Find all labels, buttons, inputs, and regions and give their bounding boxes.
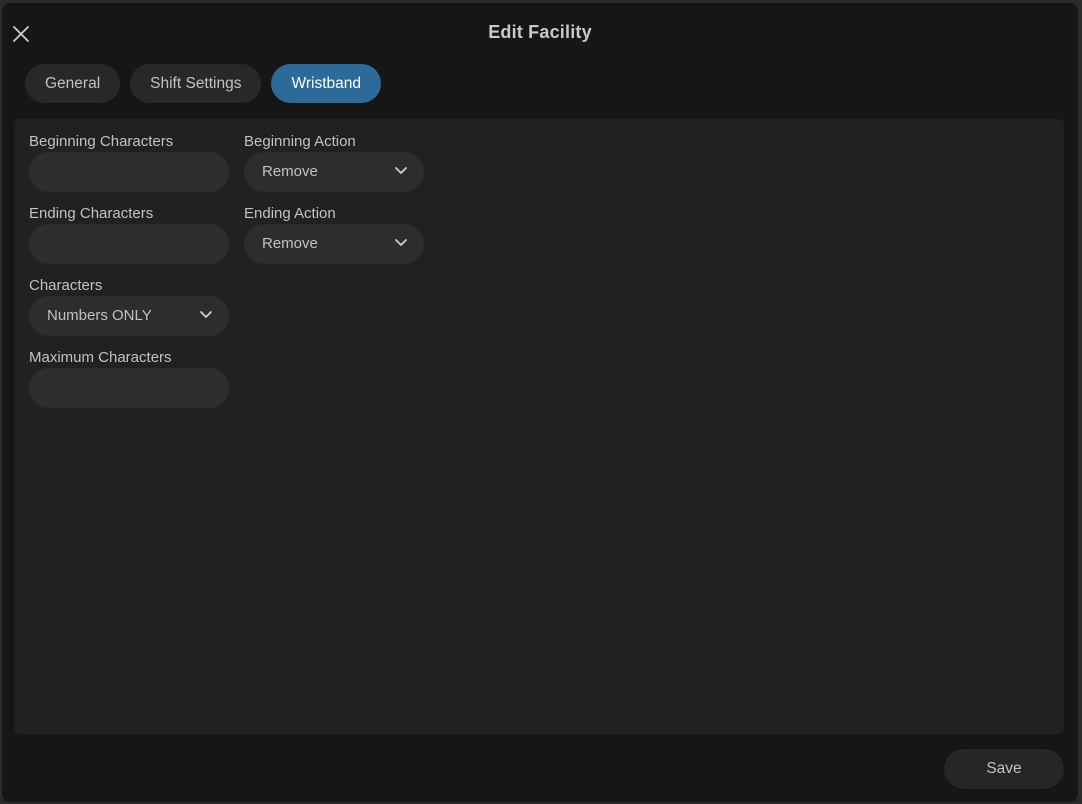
characters-value: Numbers ONLY [47,307,152,324]
ending-action-label: Ending Action [244,205,336,222]
ending-action-select[interactable]: Remove [244,224,424,264]
chevron-down-icon [395,239,407,246]
wristband-settings-panel: Beginning Characters Beginning Action Re… [14,119,1064,734]
beginning-characters-field: Beginning Characters [29,132,229,192]
tab-general[interactable]: General [25,64,121,103]
beginning-action-value: Remove [262,163,318,180]
ending-action-field: Ending Action Remove [244,204,424,264]
tab-shift-settings[interactable]: Shift Settings [130,64,262,103]
edit-facility-dialog: Edit Facility General Shift Settings Wri… [2,3,1078,802]
tab-wristband[interactable]: Wristband [271,64,381,103]
beginning-action-field: Beginning Action Remove [244,132,424,192]
maximum-characters-field: Maximum Characters [29,348,229,408]
maximum-characters-label: Maximum Characters [29,349,172,366]
ending-action-value: Remove [262,235,318,252]
dialog-title: Edit Facility [488,22,592,42]
characters-select[interactable]: Numbers ONLY [29,296,229,336]
tab-bar: General Shift Settings Wristband [25,64,381,103]
ending-characters-label: Ending Characters [29,205,154,222]
maximum-characters-input[interactable] [29,368,229,408]
beginning-action-select[interactable]: Remove [244,152,424,192]
ending-characters-field: Ending Characters [29,204,229,264]
beginning-characters-label: Beginning Characters [29,133,174,150]
beginning-action-label: Beginning Action [244,133,356,150]
chevron-down-icon [200,311,212,318]
characters-label: Characters [29,277,103,294]
chevron-down-icon [395,167,407,174]
beginning-characters-input[interactable] [29,152,229,192]
save-button[interactable]: Save [944,749,1064,789]
ending-characters-input[interactable] [29,224,229,264]
characters-field: Characters Numbers ONLY [29,276,229,336]
